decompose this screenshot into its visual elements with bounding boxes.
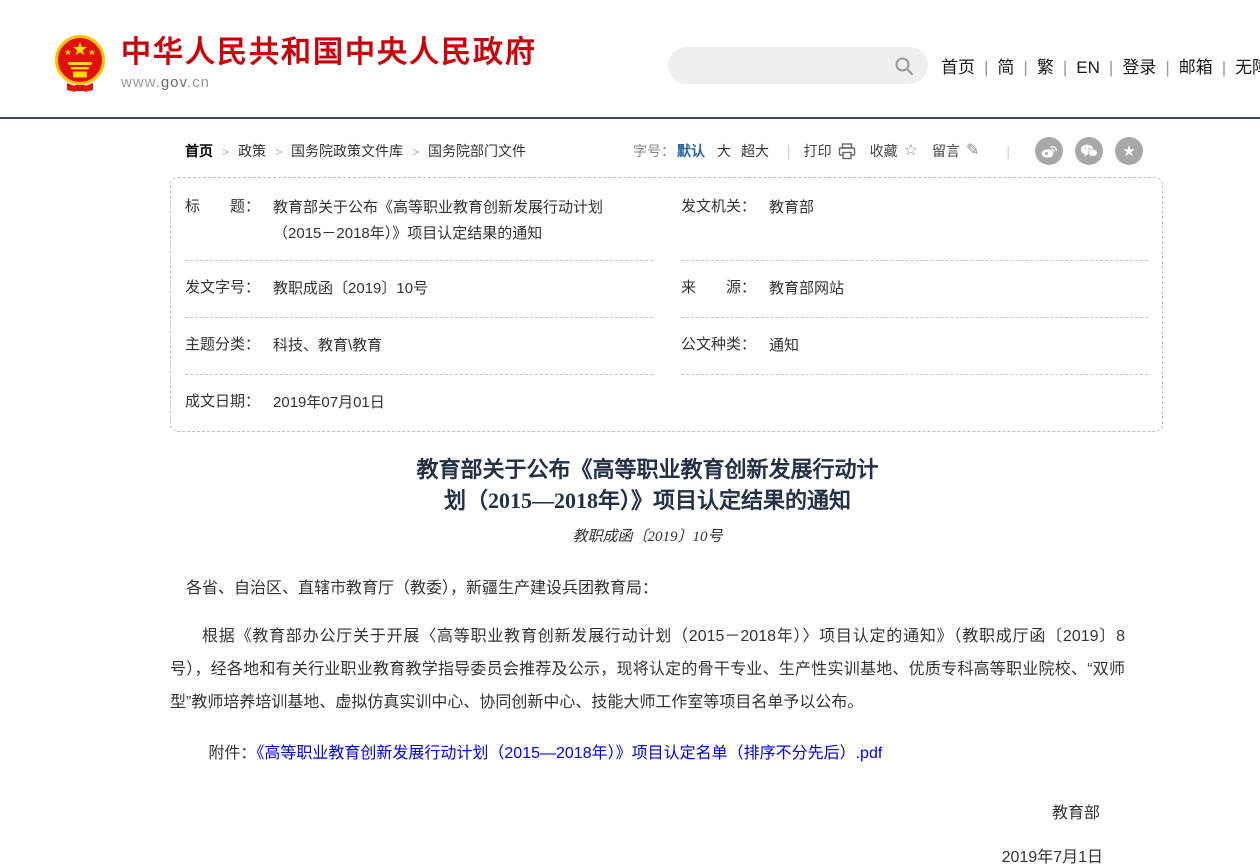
meta-label: 发文字号： bbox=[185, 276, 260, 297]
meta-cell-doc-type: 公文种类： 通知 bbox=[681, 317, 1148, 374]
nav-traditional[interactable]: 繁 bbox=[1037, 58, 1054, 77]
comment-button[interactable]: 留言 ✎ bbox=[932, 141, 979, 161]
meta-value: 教育部 bbox=[769, 195, 814, 221]
document-number: 教职成函〔2019〕10号 bbox=[170, 525, 1125, 546]
site-url-cn: .cn bbox=[187, 74, 210, 91]
table-row: 发文字号： 教职成函〔2019〕10号 来 源： 教育部网站 bbox=[185, 260, 1148, 317]
comment-label: 留言 bbox=[932, 141, 960, 161]
meta-cell-topic-category: 主题分类： 科技、教育\教育 bbox=[185, 317, 653, 374]
qzone-star-icon: ★ bbox=[1122, 144, 1135, 159]
share-weibo-button[interactable] bbox=[1035, 137, 1063, 165]
site-url: www.gov.cn bbox=[121, 74, 537, 91]
printer-icon bbox=[838, 143, 856, 160]
site-url-www: www. bbox=[121, 74, 161, 91]
nav-login[interactable]: 登录 bbox=[1122, 58, 1156, 77]
toolbar-divider: | bbox=[1006, 143, 1010, 159]
site-url-gov: gov bbox=[161, 74, 187, 91]
table-row: 主题分类： 科技、教育\教育 公文种类： 通知 bbox=[185, 317, 1148, 374]
nav-home[interactable]: 首页 bbox=[941, 58, 975, 77]
nav-separator: | bbox=[1100, 58, 1122, 77]
site-text: 中华人民共和国中央人民政府 www.gov.cn bbox=[121, 34, 537, 91]
meta-label: 主题分类： bbox=[185, 333, 260, 354]
font-size-label: 字号： bbox=[633, 141, 675, 161]
meta-cell-empty bbox=[681, 374, 1148, 431]
chevron-right-icon: > bbox=[275, 145, 282, 159]
meta-cell-source: 来 源： 教育部网站 bbox=[681, 260, 1148, 317]
breadcrumb-toolbar-row: 首页 > 政策 > 国务院政策文件库 > 国务院部门文件 字号： 默认 大 超大 | 打印 … bbox=[170, 135, 1163, 167]
page-title: 教育部关于公布《高等职业教育创新发展行动计划（2015—2018年）》项目认定结… bbox=[408, 454, 888, 516]
meta-value: 教育部网站 bbox=[769, 276, 844, 302]
nav-english[interactable]: EN bbox=[1076, 58, 1100, 77]
chevron-right-icon: > bbox=[412, 145, 419, 159]
nav-accessibility[interactable]: 无障碍 bbox=[1235, 58, 1260, 77]
attachment-label: 附件： bbox=[208, 745, 256, 762]
body-paragraph: 根据《教育部办公厅关于开展〈高等职业教育创新发展行动计划（2015－2018年）… bbox=[170, 620, 1125, 719]
search-input[interactable] bbox=[686, 51, 894, 81]
breadcrumb-policy[interactable]: 政策 bbox=[238, 143, 266, 159]
meta-label: 来 源： bbox=[681, 276, 756, 297]
favorite-label: 收藏 bbox=[870, 141, 898, 161]
meta-value: 教职成函〔2019〕10号 bbox=[273, 276, 428, 302]
document-meta-table: 标 题： 教育部关于公布《高等职业教育创新发展行动计划（2015－2018年）》项… bbox=[170, 177, 1163, 432]
share-qzone-button[interactable]: ★ bbox=[1115, 137, 1143, 165]
meta-label: 公文种类： bbox=[681, 333, 756, 354]
meta-value: 通知 bbox=[769, 333, 799, 359]
nav-separator: | bbox=[1054, 58, 1076, 77]
favorite-button[interactable]: 收藏 ☆ bbox=[870, 141, 918, 161]
meta-value: 2019年07月01日 bbox=[273, 390, 385, 416]
toolbar-divider: | bbox=[787, 143, 791, 159]
print-button[interactable]: 打印 bbox=[804, 141, 856, 161]
site-header: 中华人民共和国中央人民政府 www.gov.cn 首页|简|繁|EN|登录|邮箱… bbox=[0, 0, 1260, 119]
breadcrumb-policy-library[interactable]: 国务院政策文件库 bbox=[291, 143, 403, 159]
meta-value: 教育部关于公布《高等职业教育创新发展行动计划（2015－2018年）》项目认定结… bbox=[273, 195, 648, 247]
salutation-paragraph: 各省、自治区、直辖市教育厅（教委），新疆生产建设兵团教育局： bbox=[170, 574, 1125, 604]
site-title: 中华人民共和国中央人民政府 bbox=[121, 36, 537, 70]
nav-separator: | bbox=[1156, 58, 1178, 77]
font-size-default-button[interactable]: 默认 bbox=[677, 141, 705, 161]
font-size-xlarge-button[interactable]: 超大 bbox=[741, 141, 769, 161]
search-box[interactable] bbox=[668, 47, 928, 84]
meta-label: 成文日期： bbox=[185, 390, 260, 411]
font-size-large-button[interactable]: 大 bbox=[717, 141, 731, 161]
page-toolbar: 字号： 默认 大 超大 | 打印 收藏 ☆ 留言 ✎ | bbox=[633, 137, 1143, 165]
breadcrumb: 首页 > 政策 > 国务院政策文件库 > 国务院部门文件 bbox=[185, 141, 526, 161]
share-wechat-button[interactable] bbox=[1075, 137, 1103, 165]
wechat-icon bbox=[1080, 143, 1098, 159]
meta-label: 发文机关： bbox=[681, 195, 756, 216]
nav-simplified[interactable]: 简 bbox=[997, 58, 1014, 77]
meta-label: 标 题： bbox=[185, 195, 260, 216]
print-label: 打印 bbox=[804, 141, 832, 161]
article-content: 教育部关于公布《高等职业教育创新发展行动计划（2015—2018年）》项目认定结… bbox=[170, 454, 1163, 867]
top-nav: 首页|简|繁|EN|登录|邮箱|无障碍 bbox=[941, 53, 1260, 78]
table-row: 成文日期： 2019年07月01日 bbox=[185, 374, 1148, 431]
national-emblem-icon bbox=[55, 34, 105, 92]
meta-cell-doc-number: 发文字号： 教职成函〔2019〕10号 bbox=[185, 260, 653, 317]
nav-mail[interactable]: 邮箱 bbox=[1179, 58, 1213, 77]
meta-cell-title: 标 题： 教育部关于公布《高等职业教育创新发展行动计划（2015－2018年）》项… bbox=[185, 178, 653, 260]
weibo-icon bbox=[1040, 143, 1058, 159]
breadcrumb-home[interactable]: 首页 bbox=[185, 143, 213, 159]
attachment-pdf-link[interactable]: 《高等职业教育创新发展行动计划（2015—2018年）》项目认定名单（排序不分先… bbox=[256, 745, 882, 762]
nav-separator: | bbox=[1213, 58, 1235, 77]
star-outline-icon: ☆ bbox=[904, 143, 918, 159]
meta-cell-date: 成文日期： 2019年07月01日 bbox=[185, 374, 653, 431]
breadcrumb-department-docs[interactable]: 国务院部门文件 bbox=[428, 143, 526, 159]
chevron-right-icon: > bbox=[222, 145, 229, 159]
attachment-line: 附件：《高等职业教育创新发展行动计划（2015—2018年）》项目认定名单（排序… bbox=[170, 739, 1125, 769]
search-icon[interactable] bbox=[894, 56, 914, 76]
nav-separator: | bbox=[1014, 58, 1036, 77]
sign-date: 2019年7月1日 bbox=[170, 843, 1125, 867]
meta-value: 科技、教育\教育 bbox=[273, 333, 382, 359]
signer: 教育部 bbox=[170, 799, 1125, 823]
table-row: 标 题： 教育部关于公布《高等职业教育创新发展行动计划（2015－2018年）》项… bbox=[185, 178, 1148, 260]
nav-separator: | bbox=[975, 58, 997, 77]
site-logo[interactable]: 中华人民共和国中央人民政府 www.gov.cn bbox=[55, 34, 537, 92]
pencil-icon: ✎ bbox=[966, 143, 979, 159]
meta-cell-issuing-agency: 发文机关： 教育部 bbox=[681, 178, 1148, 260]
